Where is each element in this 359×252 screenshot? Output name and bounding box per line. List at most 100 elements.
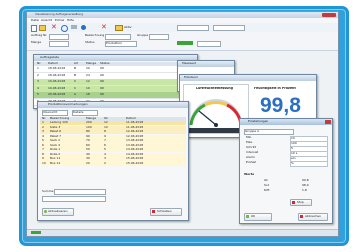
close-button[interactable]: Schließen bbox=[150, 208, 182, 216]
orders-cell-date: 18.06.2018 bbox=[48, 67, 66, 71]
gauge-value: 99,8 bbox=[260, 94, 301, 117]
field4-input[interactable] bbox=[49, 40, 69, 47]
orders-cell-status: OK bbox=[100, 86, 105, 90]
products-cell-date: 11.06.2018 bbox=[126, 121, 144, 125]
settings-field-row: Einheit% bbox=[244, 161, 328, 167]
status-progress bbox=[177, 25, 209, 31]
products-cell-date: 15.06.2018 bbox=[126, 161, 144, 165]
products-cell-date: 13.06.2018 bbox=[126, 139, 144, 143]
field2-label: Bezeichnung bbox=[85, 34, 105, 37]
products-cell-qty: 70 bbox=[86, 139, 90, 143]
status-bar bbox=[27, 229, 338, 236]
tab-overview[interactable]: Übersicht bbox=[42, 110, 68, 116]
dropdown-value[interactable]: Produktion bbox=[105, 40, 137, 47]
cancel-button-icon bbox=[300, 215, 303, 218]
measure-window-titlebar: Messwert bbox=[178, 61, 234, 67]
print-icon[interactable] bbox=[71, 25, 77, 29]
products-cell-date: 15.06.2018 bbox=[126, 157, 144, 161]
dialog-close-control[interactable] bbox=[325, 120, 331, 124]
products-cell-ist: 3 bbox=[104, 157, 106, 161]
settings-field-label: Min. bbox=[246, 136, 253, 139]
tab-details[interactable]: Details bbox=[72, 110, 98, 116]
refresh-icon[interactable] bbox=[61, 25, 68, 32]
products-window-titlebar: Produktionsvormerkungen bbox=[38, 102, 188, 108]
products-cell-ist: 9 bbox=[104, 134, 106, 138]
gauge-label: Luftfeuchtemessung bbox=[196, 87, 233, 90]
measure-window-title: Messwert bbox=[182, 62, 197, 65]
delete-icon[interactable]: ✕ bbox=[51, 24, 57, 31]
products-footer-input-2[interactable] bbox=[42, 196, 106, 202]
orders-cell-type: B bbox=[74, 67, 77, 71]
products-cell-date: 12.06.2018 bbox=[126, 130, 144, 134]
open-icon[interactable] bbox=[39, 25, 46, 31]
new-icon[interactable] bbox=[31, 25, 37, 32]
ribbon-panel: Auftrag Nr. Bezeichnung Gruppe Menge Sta… bbox=[27, 32, 338, 51]
products-cell-name: Box 11 bbox=[50, 157, 61, 161]
orders-cell-date: 19.06.2018 bbox=[48, 86, 66, 90]
settings-field-value[interactable]: % bbox=[290, 161, 328, 167]
orders-cell-qty: 20 bbox=[86, 67, 90, 71]
ok-button-icon bbox=[246, 215, 249, 218]
products-footer-input[interactable] bbox=[54, 189, 106, 195]
products-cell-nr: 5 bbox=[42, 139, 44, 143]
field3-input[interactable] bbox=[149, 33, 169, 40]
settings-value-row: Ist 99,8 bbox=[244, 179, 328, 184]
ok-button[interactable]: OK bbox=[244, 213, 272, 221]
settings-section-label: Werte bbox=[244, 173, 255, 176]
menu-item-tools[interactable]: Extras bbox=[55, 19, 64, 23]
menu-item-file[interactable]: Datei bbox=[31, 19, 39, 23]
settings-field-label: Schritt bbox=[246, 146, 256, 149]
field1-input[interactable] bbox=[49, 33, 69, 40]
products-table-body: 1 Ladung 120 200 12 11.06.2018 2 Kiste 3 100 10 1… bbox=[40, 121, 186, 166]
ribbon-field-right[interactable] bbox=[197, 40, 221, 47]
cancel-button[interactable]: Abbrechen bbox=[298, 213, 328, 221]
orders-cell-status: OK bbox=[100, 67, 105, 71]
refresh-button[interactable]: Aktualisieren bbox=[42, 208, 74, 216]
products-cell-ist: 10 bbox=[104, 125, 108, 129]
products-cell-nr: 4 bbox=[42, 134, 44, 138]
close-button-icon bbox=[152, 210, 155, 213]
products-window: Produktionsvormerkungen Übersicht Detail… bbox=[37, 101, 189, 221]
products-footer-label: Summe bbox=[42, 190, 54, 193]
status-field[interactable] bbox=[213, 25, 245, 31]
help-icon[interactable] bbox=[81, 25, 86, 30]
products-cell-nr: 3 bbox=[42, 130, 44, 134]
settings-field-label: Intervall bbox=[246, 151, 259, 154]
products-cell-date: 13.06.2018 bbox=[126, 143, 144, 147]
window-title: Visualisierung Auftragsverwaltung bbox=[35, 13, 83, 16]
products-cell-qty: 60 bbox=[86, 143, 90, 147]
menu-item-view[interactable]: Ansicht bbox=[41, 19, 52, 23]
gauge-window-title: Füllstand bbox=[184, 76, 198, 79]
stop-icon[interactable]: ✕ bbox=[101, 24, 107, 31]
products-window-title: Produktionsvormerkungen bbox=[48, 103, 88, 106]
products-cell-name: Ladung 120 bbox=[50, 121, 68, 125]
settings-value-label: Ist bbox=[264, 179, 268, 182]
orders-cell-nr: 5 bbox=[37, 93, 39, 97]
field2-input[interactable] bbox=[105, 33, 131, 40]
orders-window-titlebar: Auftragsliste bbox=[34, 55, 197, 61]
stop-button[interactable]: Stop bbox=[290, 199, 312, 206]
refresh-button-icon bbox=[44, 210, 47, 213]
orders-cell-nr: 3 bbox=[37, 80, 39, 84]
products-cell-nr: 10 bbox=[42, 161, 46, 165]
orders-cell-date: 18.06.2018 bbox=[48, 73, 66, 77]
window-controls[interactable] bbox=[322, 13, 336, 17]
products-cell-qty: 80 bbox=[86, 130, 90, 134]
products-cell-qty: 100 bbox=[86, 125, 92, 129]
green-status-bar bbox=[177, 40, 193, 45]
products-cell-name: Paket 6 bbox=[50, 130, 62, 134]
settings-dialog-title: Einstellungen bbox=[248, 120, 269, 123]
menu-item-help[interactable]: Hilfe bbox=[67, 19, 74, 23]
settings-dropdown[interactable]: Gruppe A bbox=[244, 129, 294, 135]
stop-button-label: Stop bbox=[297, 200, 304, 204]
status-bar-indicator bbox=[31, 231, 41, 234]
cancel-button-label: Abbrechen bbox=[305, 215, 322, 218]
products-cell-ist: 2 bbox=[104, 161, 106, 165]
products-cell-name: Sack 4 bbox=[50, 143, 60, 147]
status-indicator-icon bbox=[115, 25, 123, 31]
settings-value-number: 98,0 bbox=[302, 184, 309, 187]
table-row[interactable]: 10 Box 12 20 2 15.06.2018 bbox=[40, 161, 186, 166]
settings-field-row: Intervall 10 s bbox=[244, 151, 328, 157]
products-cell-date: 12.06.2018 bbox=[126, 134, 144, 138]
stop-button-icon bbox=[292, 201, 295, 204]
